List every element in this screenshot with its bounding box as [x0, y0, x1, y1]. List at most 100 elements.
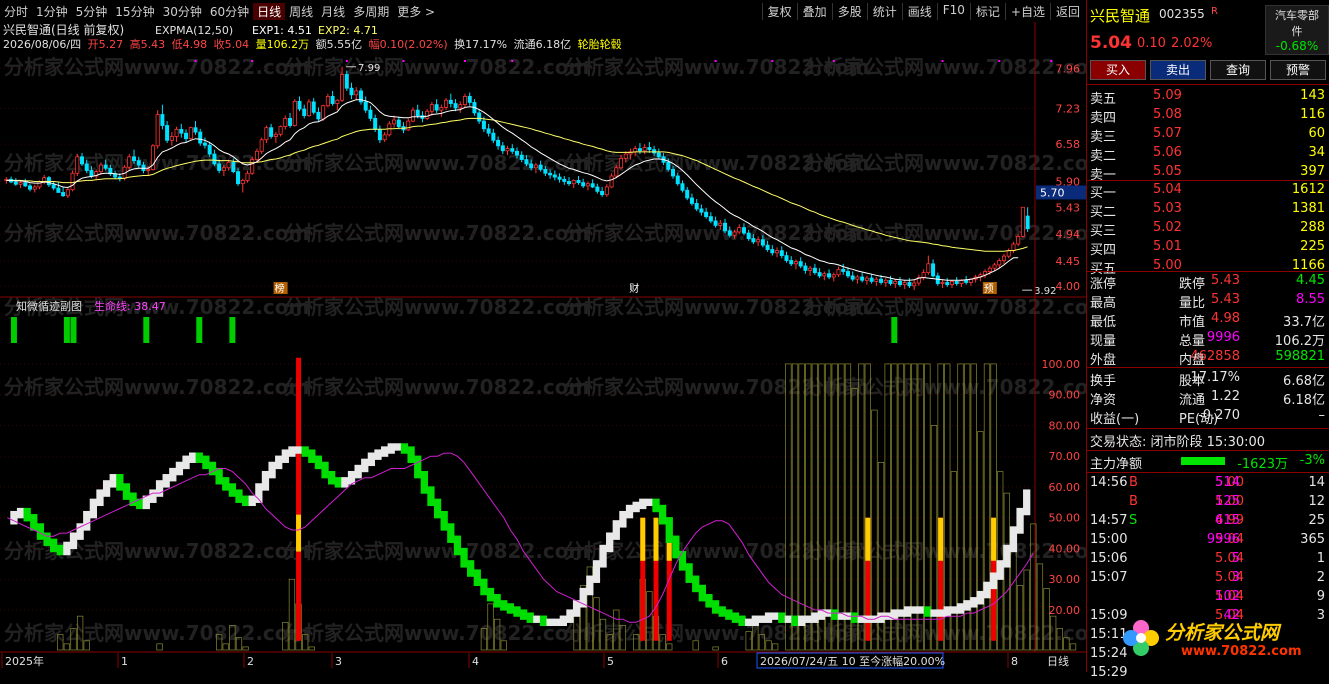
candle-body	[70, 172, 75, 191]
candle-body	[23, 182, 28, 187]
candle-body	[945, 282, 950, 286]
candle-body	[760, 239, 765, 246]
period-tab-0[interactable]: 分时	[0, 3, 32, 20]
tick-row-cell: 25	[1308, 513, 1325, 528]
bid-row-cell: 买四	[1090, 243, 1117, 258]
tool-button-8[interactable]: 返回	[1049, 2, 1085, 20]
info-pct: 幅0.10(2.02%)	[369, 38, 448, 51]
period-tab-3[interactable]: 15分钟	[111, 3, 158, 20]
stat-row-cell: 量比	[1179, 296, 1206, 311]
tool-button-5[interactable]: F10	[936, 2, 970, 20]
candle-body	[1011, 243, 1016, 252]
k-ribbon-up	[1003, 544, 1011, 568]
candle-body	[373, 117, 378, 130]
buy-button[interactable]: 买入	[1090, 60, 1146, 80]
k-ribbon-up	[970, 597, 978, 608]
trade-state-row: 交易状态: 闭市阶段 15:30:00	[1087, 430, 1329, 450]
tool-button-7[interactable]: +自选	[1004, 2, 1050, 20]
candle-body	[860, 276, 865, 281]
k-ribbon-down	[738, 615, 746, 627]
candle-body	[273, 133, 278, 137]
ask-row-cell: 卖二	[1090, 149, 1117, 164]
candle-body	[685, 189, 690, 199]
tick-row-cell: 9	[1316, 589, 1325, 604]
info-date: 2026/08/06/四	[3, 38, 81, 51]
signal-bar-red	[296, 357, 302, 641]
tool-button-6[interactable]: 标记	[969, 2, 1005, 20]
tool-button-3[interactable]: 统计	[866, 2, 902, 20]
tick-row-cell: 2	[1316, 570, 1325, 585]
candle-body	[500, 145, 505, 152]
period-tab-7[interactable]: 周线	[285, 3, 317, 20]
signal-dot	[832, 60, 835, 62]
k-ribbon-down	[400, 443, 409, 454]
tick-row: 15:06 5.04 5 1	[1087, 550, 1329, 570]
stat-row-cell: 33.7亿	[1283, 315, 1325, 330]
ohlc-info-line: 2026/08/06/四 开5.27 高5.43 低4.98 收5.04 量10…	[3, 37, 622, 51]
bid-row-cell: 1612	[1291, 182, 1325, 197]
period-tab-2[interactable]: 5分钟	[72, 3, 112, 20]
k-ribbon-down	[301, 446, 309, 457]
tool-button-1[interactable]: 叠加	[796, 2, 832, 20]
period-tab-1[interactable]: 1分钟	[32, 3, 72, 20]
period-tab-6[interactable]: 日线	[253, 2, 286, 20]
candle-body	[992, 264, 997, 269]
period-tab-9[interactable]: 多周期	[349, 3, 393, 20]
event-marker: 预	[984, 283, 994, 295]
watermark-text: 分析家公式网www.70822.com	[804, 539, 1086, 563]
period-label[interactable]: 日线	[1047, 654, 1069, 668]
stat2-row-cell: 6.18亿	[1283, 393, 1325, 408]
k-ribbon-up	[16, 507, 25, 519]
candle-body	[765, 244, 770, 250]
k-ribbon-up	[599, 544, 607, 568]
candle-body	[595, 186, 600, 192]
stat2-row-cell: 1.22	[1211, 389, 1240, 404]
k-ribbon-down	[50, 538, 58, 553]
period-tab-5[interactable]: 60分钟	[206, 3, 253, 20]
range-info: 2026/07/24/五 10 至今涨幅20.00%	[760, 654, 945, 668]
candle-body	[855, 276, 860, 280]
tool-button-2[interactable]: 多股	[831, 2, 867, 20]
k-ribbon-up	[619, 510, 627, 528]
k-ribbon-down	[334, 477, 342, 488]
candle-body	[562, 178, 567, 182]
tick-row: 14:57 4.99 615 S 25	[1087, 512, 1329, 532]
candle-body	[174, 128, 179, 137]
period-tab-8[interactable]: 月线	[317, 3, 349, 20]
candle-body	[37, 181, 42, 188]
k-ribbon-down	[658, 504, 667, 525]
signal-dot	[714, 60, 717, 62]
alert-button[interactable]: 预警	[1270, 60, 1326, 80]
k-ribbon-up	[162, 474, 170, 488]
tool-button-4[interactable]: 画线	[901, 2, 937, 20]
candle-body	[798, 261, 803, 267]
sell-button[interactable]: 卖出	[1150, 60, 1206, 80]
k-ribbon-up	[559, 615, 567, 627]
candle-body	[841, 268, 846, 272]
k-ribbon-up	[758, 615, 766, 623]
watermark-text: 分析家公式网www.70822.com	[284, 375, 589, 399]
info-amt: 额5.55亿	[316, 38, 363, 51]
candle-body	[741, 227, 746, 234]
period-toolbar: 分时 1分钟 5分钟 15分钟 30分钟 60分钟 日线 周线 月线 多周期 更多 > 复权 叠加 多股统…	[0, 0, 1085, 23]
event-marker: 财	[629, 282, 639, 295]
info-open: 开5.27	[88, 38, 124, 51]
candle-body	[902, 282, 907, 286]
bid-row-cell: 5.04	[1153, 182, 1182, 197]
k-ribbon-down	[433, 498, 442, 519]
life-line-label: 生命线: 38.47	[94, 299, 166, 313]
k-ribbon-up	[917, 606, 925, 614]
period-tab-4[interactable]: 30分钟	[159, 3, 206, 20]
k-ribbon-up	[910, 606, 918, 614]
query-button[interactable]: 查询	[1210, 60, 1266, 80]
candle-body	[226, 161, 231, 169]
candle-body	[354, 90, 359, 96]
k-ribbon-up	[811, 612, 819, 623]
tick-row-cell: 125	[1215, 494, 1240, 509]
stat-row: 最低 4.98 市值 33.7亿	[1087, 310, 1329, 330]
tool-button-0[interactable]: 复权	[761, 2, 797, 20]
ask-row-cell: 5.08	[1153, 107, 1182, 122]
period-tab-10[interactable]: 更多 >	[393, 3, 439, 20]
stat-row: 最高 5.43 量比 8.55	[1087, 291, 1329, 311]
sub-tick-label: 60.00	[1049, 481, 1081, 494]
